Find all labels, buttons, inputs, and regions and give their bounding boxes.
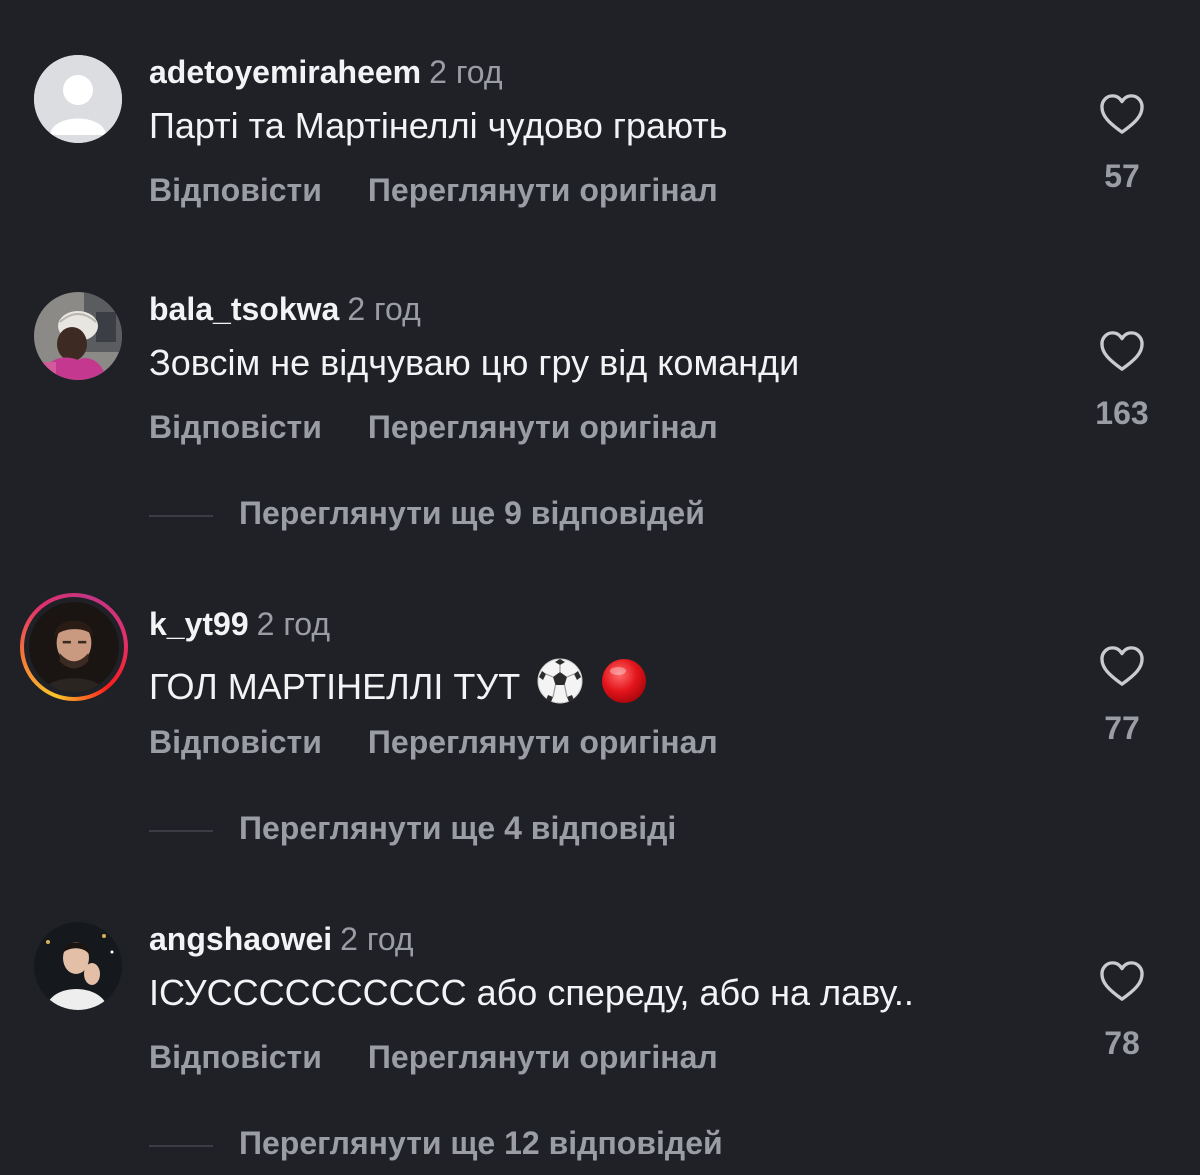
like-count: 77: [1104, 710, 1140, 746]
like-control: 78: [1090, 960, 1154, 1060]
comment-meta: bala_tsokwa 2 год: [149, 292, 421, 326]
replies-divider: [149, 1144, 213, 1147]
heart-icon[interactable]: [1099, 645, 1145, 687]
reply-button[interactable]: Відповісти: [149, 409, 322, 445]
heart-icon[interactable]: [1099, 960, 1145, 1002]
like-count: 78: [1104, 1025, 1140, 1061]
view-more-replies-label: Переглянути ще 12 відповідей: [239, 1125, 723, 1161]
like-control: 163: [1090, 330, 1154, 430]
view-more-replies[interactable]: Переглянути ще 4 відповіді: [149, 809, 676, 847]
reply-button[interactable]: Відповісти: [149, 1039, 322, 1075]
comments-list: adetoyemiraheem 2 год Парті та Мартінеллі…: [0, 0, 1200, 1175]
timestamp: 2 год: [347, 291, 421, 327]
comment-text: ГОЛ МАРТІНЕЛЛІ ТУТ: [149, 657, 648, 708]
view-more-replies-label: Переглянути ще 9 відповідей: [239, 495, 705, 531]
user-photo: [29, 602, 119, 692]
replies-divider: [149, 829, 213, 832]
like-control: 77: [1090, 645, 1154, 745]
view-more-replies[interactable]: Переглянути ще 9 відповідей: [149, 494, 705, 532]
username[interactable]: adetoyemiraheem: [149, 54, 421, 90]
like-count: 163: [1095, 395, 1149, 431]
username[interactable]: bala_tsokwa: [149, 291, 339, 327]
comment-text-body: ГОЛ МАРТІНЕЛЛІ ТУТ: [149, 666, 521, 707]
view-more-replies-label: Переглянути ще 4 відповіді: [239, 810, 677, 846]
soccer-ball-icon: [537, 658, 583, 704]
like-control: 57: [1090, 93, 1154, 193]
timestamp: 2 год: [256, 606, 331, 642]
timestamp: 2 год: [340, 921, 414, 957]
comment-text: Парті та Мартінеллі чудово грають: [149, 105, 728, 146]
comment-meta: adetoyemiraheem 2 год: [149, 55, 503, 89]
comment-actions: Відповісти Переглянути оригінал: [149, 723, 718, 761]
view-original-button[interactable]: Переглянути оригінал: [368, 409, 718, 445]
comment-meta: k_yt99 2 год: [149, 607, 330, 641]
avatar[interactable]: [34, 922, 122, 1010]
comment-actions: Відповісти Переглянути оригінал: [149, 408, 718, 446]
avatar[interactable]: [34, 292, 122, 380]
timestamp: 2 год: [429, 54, 503, 90]
user-photo: [34, 292, 122, 380]
reply-button[interactable]: Відповісти: [149, 724, 322, 760]
heart-icon[interactable]: [1099, 93, 1145, 135]
comment-text: ІСУСССССССССС або спереду, або на лаву..: [149, 972, 914, 1013]
view-original-button[interactable]: Переглянути оригінал: [368, 172, 718, 208]
username[interactable]: k_yt99: [149, 606, 249, 642]
view-original-button[interactable]: Переглянути оригінал: [368, 1039, 718, 1075]
heart-icon[interactable]: [1099, 330, 1145, 372]
red-circle-icon: [602, 659, 647, 703]
comment-text: Зовсім не відчуваю цю гру від команди: [149, 342, 800, 383]
avatar-story-ring[interactable]: [20, 593, 128, 701]
like-count: 57: [1104, 158, 1140, 194]
avatar[interactable]: [34, 55, 122, 143]
comment-actions: Відповісти Переглянути оригінал: [149, 1038, 718, 1076]
comment-actions: Відповісти Переглянути оригінал: [149, 171, 718, 209]
view-more-replies[interactable]: Переглянути ще 12 відповідей: [149, 1124, 723, 1162]
avatar: [24, 597, 124, 697]
default-avatar-icon: [34, 55, 122, 143]
view-original-button[interactable]: Переглянути оригінал: [368, 724, 718, 760]
username[interactable]: angshaowei: [149, 921, 332, 957]
comment-meta: angshaowei 2 год: [149, 922, 414, 956]
replies-divider: [149, 514, 213, 517]
user-photo: [34, 922, 122, 1010]
reply-button[interactable]: Відповісти: [149, 172, 322, 208]
